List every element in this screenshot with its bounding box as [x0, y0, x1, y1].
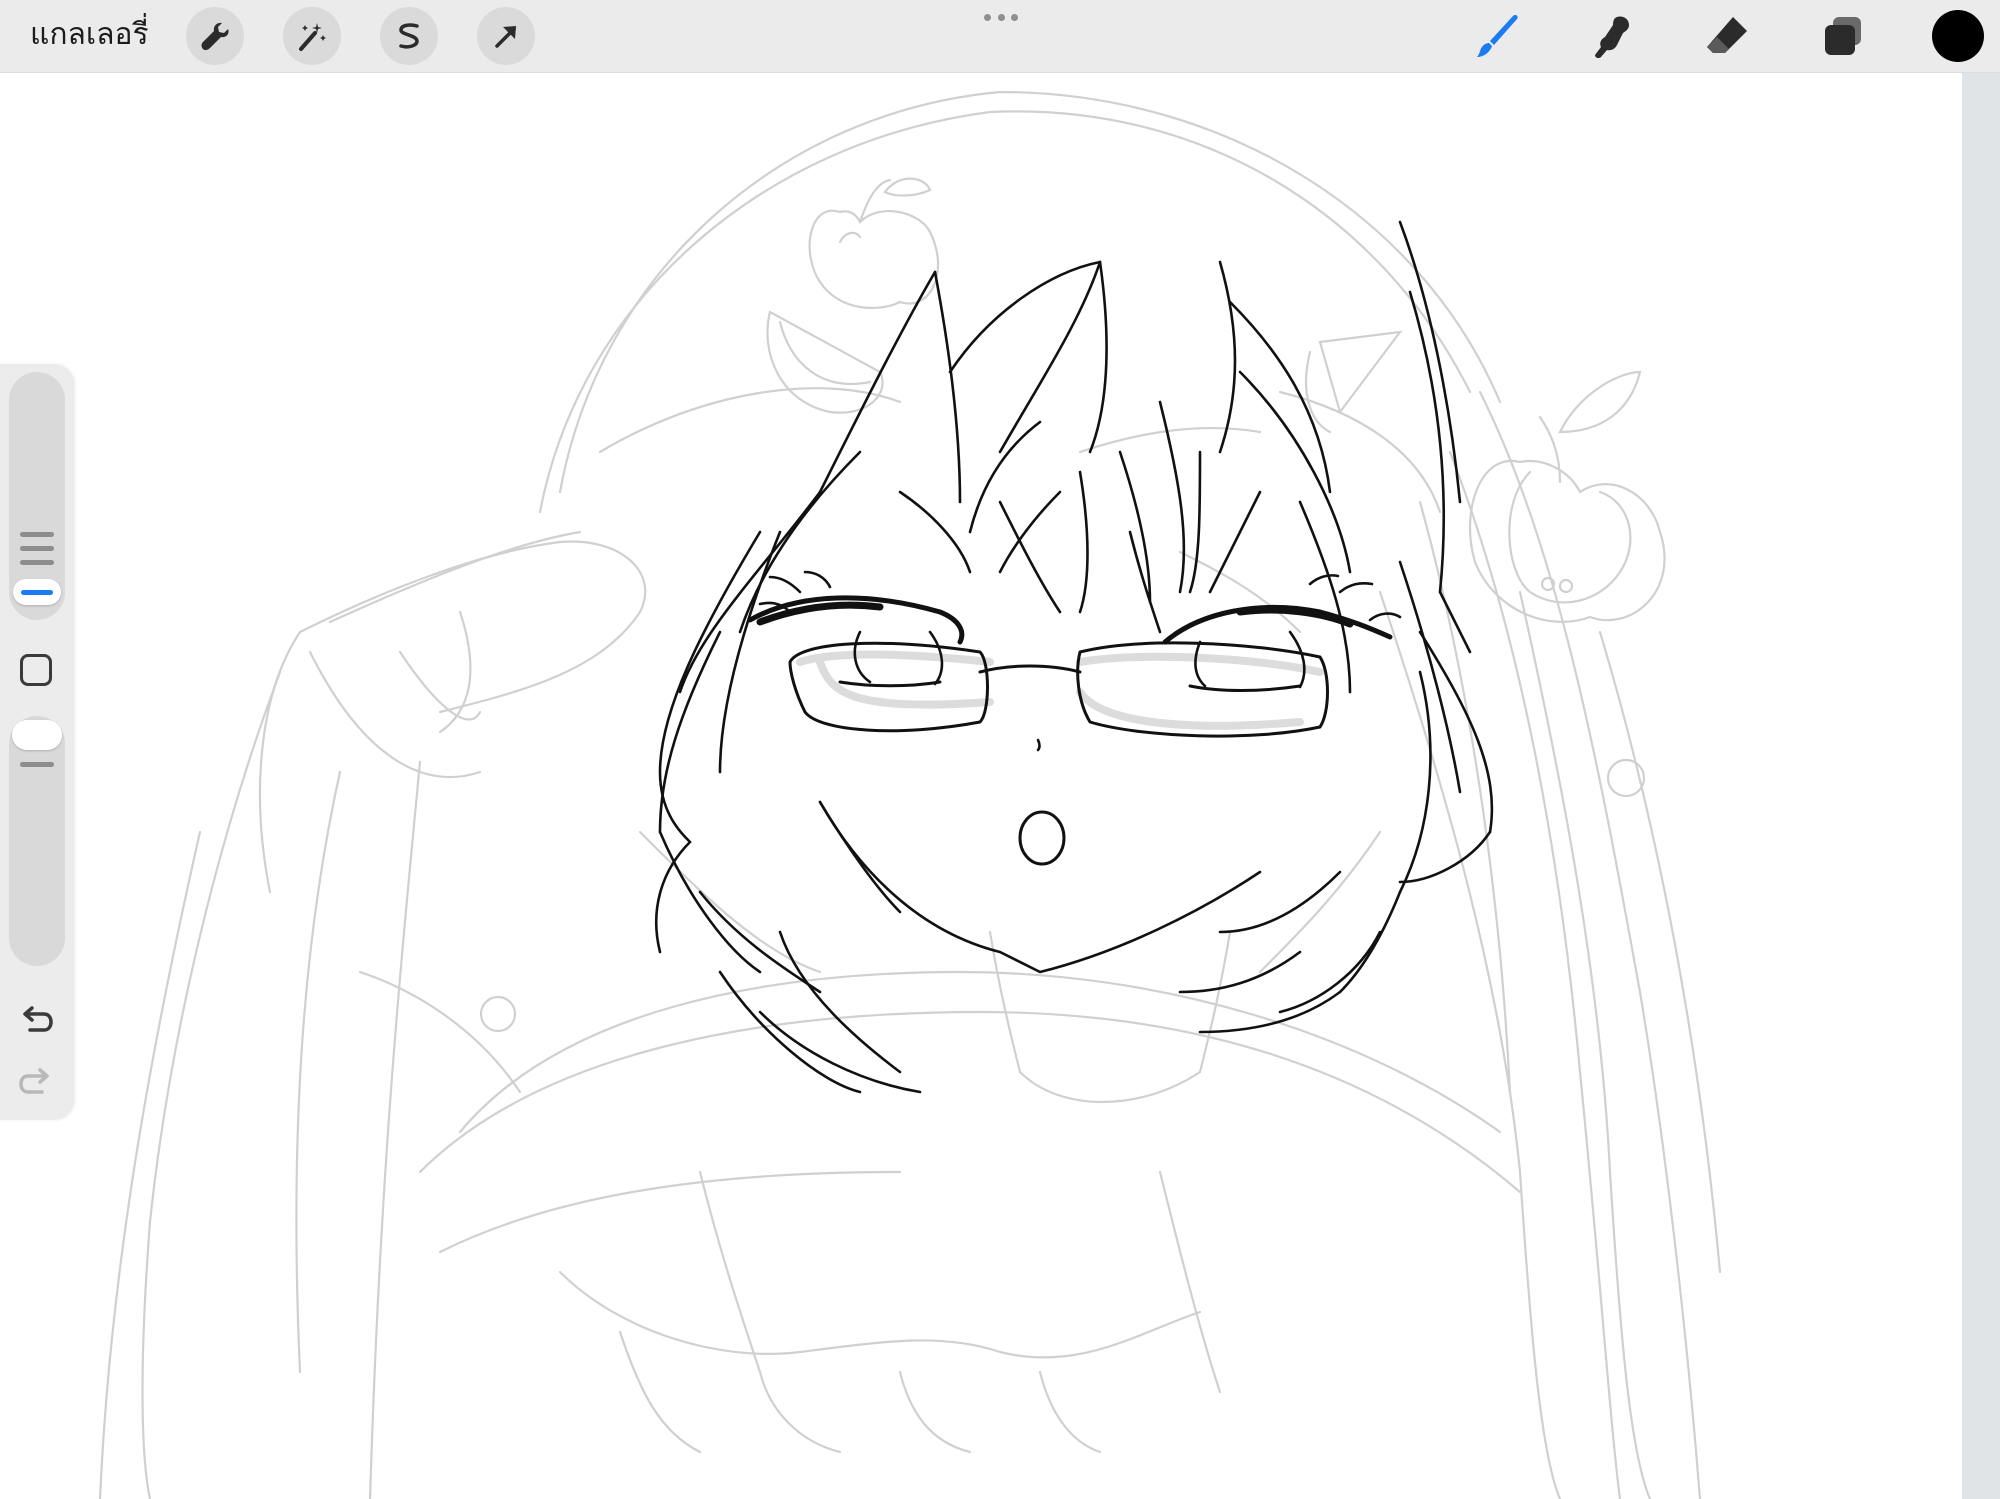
layers-icon [1825, 17, 1861, 55]
drawing-canvas[interactable] [0, 72, 1962, 1499]
eraser-tool-button[interactable] [1698, 8, 1756, 66]
smudge-tool-button[interactable] [1584, 8, 1642, 66]
side-toolbar [0, 364, 74, 1120]
adjustments-button[interactable] [283, 7, 341, 65]
drag-handle[interactable] [984, 10, 1018, 24]
gallery-button[interactable]: แกลเลอรี่ [30, 12, 149, 58]
redo-icon [19, 1068, 49, 1094]
arrow-cursor-icon [495, 26, 516, 48]
size-indicator [21, 589, 53, 595]
brush-size-thumb[interactable] [13, 579, 61, 605]
transform-button[interactable] [477, 7, 535, 65]
canvas-scroll-strip[interactable] [1962, 72, 2000, 1499]
top-toolbar: แกลเลอรี่ [0, 0, 2000, 73]
brush-icon [1477, 15, 1518, 57]
eraser-icon [1707, 17, 1747, 53]
procreate-app: แกลเลอรี่ [0, 0, 2000, 1499]
selection-s-icon [399, 23, 419, 49]
wrench-icon [201, 22, 229, 51]
undo-icon [23, 1006, 53, 1032]
brush-size-slider[interactable] [9, 372, 65, 620]
sketch-layer [98, 90, 1722, 1499]
opacity-slider-grip [20, 762, 54, 776]
artwork [98, 90, 1722, 1499]
smudge-icon [1595, 16, 1629, 59]
undo-button[interactable] [16, 1000, 56, 1040]
magic-wand-icon [299, 23, 326, 51]
lineart-layer [654, 220, 1494, 1094]
brush-opacity-slider[interactable] [9, 716, 65, 966]
actions-button[interactable] [186, 7, 244, 65]
brush-tool-button[interactable] [1469, 8, 1527, 66]
brush-opacity-thumb[interactable] [12, 720, 62, 750]
selection-button[interactable] [380, 7, 438, 65]
modify-button[interactable] [20, 654, 52, 686]
layers-tool-button[interactable] [1814, 8, 1872, 66]
color-picker-button[interactable] [1932, 10, 1984, 62]
redo-button[interactable] [16, 1062, 56, 1102]
size-slider-grip [20, 532, 54, 574]
